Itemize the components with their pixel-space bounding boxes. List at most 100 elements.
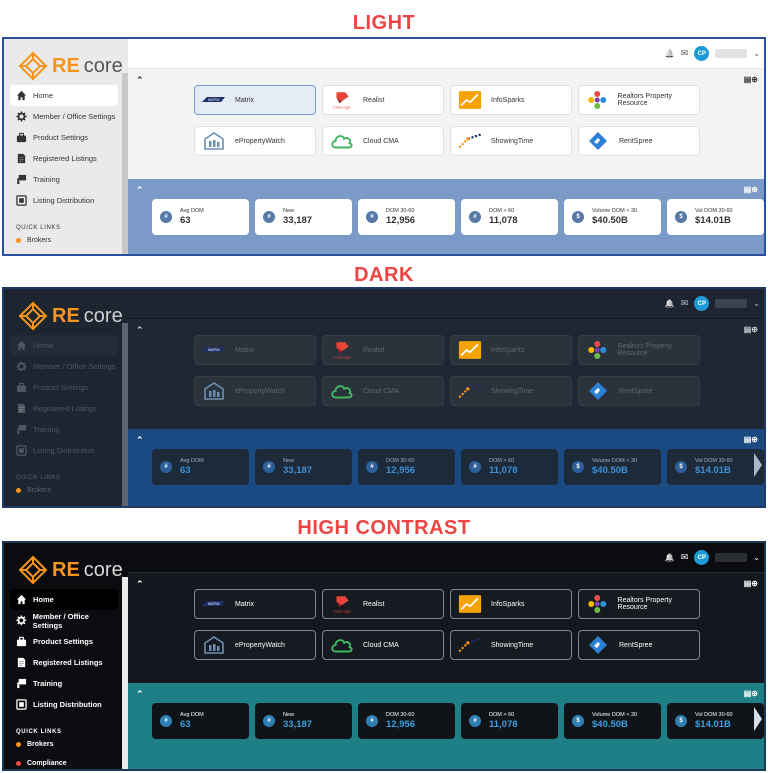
stat-card-new[interactable]: # New 33,187	[255, 199, 352, 235]
sidebar-item-member-office-settings[interactable]: Member / Office Settings	[10, 106, 118, 127]
panel-tools-icon[interactable]: ▤⊕	[744, 325, 758, 334]
stat-card-dom-30-60[interactable]: # DOM 30-60 12,956	[358, 199, 455, 235]
app-tile-rentspree[interactable]: RentSpree	[578, 376, 700, 406]
app-tile-realtors-property-resource[interactable]: Realtors Property Resource	[578, 85, 700, 115]
collapse-chevron-icon[interactable]: ⌃	[136, 75, 144, 86]
sidebar-item-member-office-settings[interactable]: Member / Office Settings	[10, 610, 118, 631]
panel-tools-icon[interactable]: ▤⊕	[744, 185, 758, 194]
sidebar-item-home[interactable]: Home	[10, 85, 118, 106]
quick-link-brokers[interactable]: Brokers	[16, 741, 53, 748]
recore-logo[interactable]: RE core	[18, 51, 123, 81]
app-tile-infosparks[interactable]: InfoSparks	[450, 589, 572, 619]
stat-card-vol-dom-30-60[interactable]: $ Vol DOM 30-60 $14.01B	[667, 449, 764, 485]
sidebar-item-home[interactable]: Home	[10, 589, 118, 610]
mail-icon[interactable]: ✉	[681, 552, 689, 563]
next-arrow-icon[interactable]	[754, 203, 762, 227]
collapse-chevron-icon[interactable]: ⌃	[136, 185, 144, 196]
recore-logo[interactable]: RE core	[18, 555, 123, 585]
stat-text: Volume DOM < 30 $40.50B	[592, 208, 637, 226]
avatar[interactable]: CP	[694, 296, 710, 311]
app-tile-rentspree[interactable]: RentSpree	[578, 126, 700, 156]
collapse-chevron-icon[interactable]: ⌃	[136, 689, 144, 700]
panel-tools-icon[interactable]: ▤⊕	[744, 579, 758, 588]
bell-icon[interactable]: 🔔	[665, 49, 675, 58]
app-tile-realtors-property-resource[interactable]: Realtors Property Resource	[578, 335, 700, 365]
collapse-chevron-icon[interactable]: ⌃	[136, 579, 144, 590]
bell-icon[interactable]: 🔔	[665, 553, 675, 562]
app-tile-realtors-property-resource[interactable]: Realtors Property Resource	[578, 589, 700, 619]
sidebar-item-home[interactable]: Home	[10, 335, 118, 356]
stat-card-dom-60[interactable]: # DOM > 60 11,078	[461, 199, 558, 235]
next-arrow-icon[interactable]	[754, 453, 762, 477]
recore-logo[interactable]: RE core	[18, 301, 123, 331]
app-tile-infosparks[interactable]: InfoSparks	[450, 335, 572, 365]
sidebar-item-product-settings[interactable]: Product Settings	[10, 631, 118, 652]
avatar[interactable]: CP	[694, 550, 710, 565]
panel-tools-icon[interactable]: ▤⊕	[744, 689, 758, 698]
app-tile-matrix[interactable]: MATRIX Matrix	[194, 335, 316, 365]
quick-link-brokers[interactable]: Brokers	[16, 237, 51, 244]
sidebar-item-training[interactable]: Training	[10, 169, 118, 190]
chevron-down-icon[interactable]: ⌄	[753, 553, 760, 562]
app-tile-label: InfoSparks	[491, 96, 525, 104]
stat-card-dom-60[interactable]: # DOM > 60 11,078	[461, 449, 558, 485]
stat-card-avg-dom[interactable]: # Avg DOM 63	[152, 449, 249, 485]
app-tile-cloud-cma[interactable]: Cloud CMA	[322, 376, 444, 406]
app-tile-showingtime[interactable]: ShowingTime	[450, 376, 572, 406]
app-tile-rentspree[interactable]: RentSpree	[578, 630, 700, 660]
quick-link-brokers[interactable]: Brokers	[16, 487, 51, 494]
quick-links-heading: QUICK LINKS	[16, 225, 61, 231]
sidebar-item-listing-distribution[interactable]: Listing Distribution	[10, 694, 118, 715]
quick-link-compliance[interactable]: Compliance	[16, 506, 64, 508]
stat-card-volume-dom-30[interactable]: $ Volume DOM < 30 $40.50B	[564, 449, 661, 485]
chevron-down-icon[interactable]: ⌄	[753, 299, 760, 308]
app-tile-realist[interactable]: CoreLogic Realist	[322, 335, 444, 365]
sidebar-item-listing-distribution[interactable]: Listing Distribution	[10, 440, 118, 461]
sidebar-item-training[interactable]: Training	[10, 419, 118, 440]
quick-links-heading: QUICK LINKS	[16, 475, 61, 481]
app-tile-realist[interactable]: CoreLogic Realist	[322, 589, 444, 619]
panel-tools-icon[interactable]: ▤⊕	[744, 75, 758, 84]
next-arrow-icon[interactable]	[754, 707, 762, 731]
stat-card-volume-dom-30[interactable]: $ Volume DOM < 30 $40.50B	[564, 703, 661, 739]
stat-card-new[interactable]: # New 33,187	[255, 703, 352, 739]
quick-link-compliance[interactable]: Compliance	[16, 760, 67, 767]
stat-card-vol-dom-30-60[interactable]: $ Vol DOM 30-60 $14.01B	[667, 703, 764, 739]
app-tile-epropertywatch[interactable]: ePropertyWatch	[194, 630, 316, 660]
sidebar-item-registered-listings[interactable]: Registered Listings	[10, 148, 118, 169]
bell-icon[interactable]: 🔔	[665, 299, 675, 308]
app-tile-cloud-cma[interactable]: Cloud CMA	[322, 126, 444, 156]
app-tile-matrix[interactable]: MATRIX Matrix	[194, 589, 316, 619]
app-tile-epropertywatch[interactable]: ePropertyWatch	[194, 376, 316, 406]
avatar[interactable]: CP	[694, 46, 710, 61]
app-tile-showingtime[interactable]: ShowingTime	[450, 126, 572, 156]
stat-card-avg-dom[interactable]: # Avg DOM 63	[152, 199, 249, 235]
sidebar-item-listing-distribution[interactable]: Listing Distribution	[10, 190, 118, 211]
sidebar-item-registered-listings[interactable]: Registered Listings	[10, 652, 118, 673]
sidebar-item-registered-listings[interactable]: Registered Listings	[10, 398, 118, 419]
chevron-down-icon[interactable]: ⌄	[753, 49, 760, 58]
stat-card-dom-30-60[interactable]: # DOM 30-60 12,956	[358, 703, 455, 739]
mail-icon[interactable]: ✉	[681, 298, 689, 309]
sidebar-item-training[interactable]: Training	[10, 673, 118, 694]
app-tile-infosparks[interactable]: InfoSparks	[450, 85, 572, 115]
stat-card-avg-dom[interactable]: # Avg DOM 63	[152, 703, 249, 739]
stat-card-dom-30-60[interactable]: # DOM 30-60 12,956	[358, 449, 455, 485]
stat-card-new[interactable]: # New 33,187	[255, 449, 352, 485]
sidebar-item-member-office-settings[interactable]: Member / Office Settings	[10, 356, 118, 377]
app-tile-realist[interactable]: CoreLogic Realist	[322, 85, 444, 115]
stat-card-volume-dom-30[interactable]: $ Volume DOM < 30 $40.50B	[564, 199, 661, 235]
mail-icon[interactable]: ✉	[681, 48, 689, 59]
sidebar-item-product-settings[interactable]: Product Settings	[10, 127, 118, 148]
app-tile-matrix[interactable]: MATRIX Matrix	[194, 85, 316, 115]
collapse-chevron-icon[interactable]: ⌃	[136, 435, 144, 446]
panel-tools-icon[interactable]: ▤⊕	[744, 435, 758, 444]
app-tile-epropertywatch[interactable]: ePropertyWatch	[194, 126, 316, 156]
sidebar-item-product-settings[interactable]: Product Settings	[10, 377, 118, 398]
stat-card-dom-60[interactable]: # DOM > 60 11,078	[461, 703, 558, 739]
app-tile-cloud-cma[interactable]: Cloud CMA	[322, 630, 444, 660]
collapse-chevron-icon[interactable]: ⌃	[136, 325, 144, 336]
app-tile-showingtime[interactable]: ShowingTime	[450, 630, 572, 660]
stat-card-vol-dom-30-60[interactable]: $ Vol DOM 30-60 $14.01B	[667, 199, 764, 235]
svg-text:MATRIX: MATRIX	[208, 98, 221, 102]
